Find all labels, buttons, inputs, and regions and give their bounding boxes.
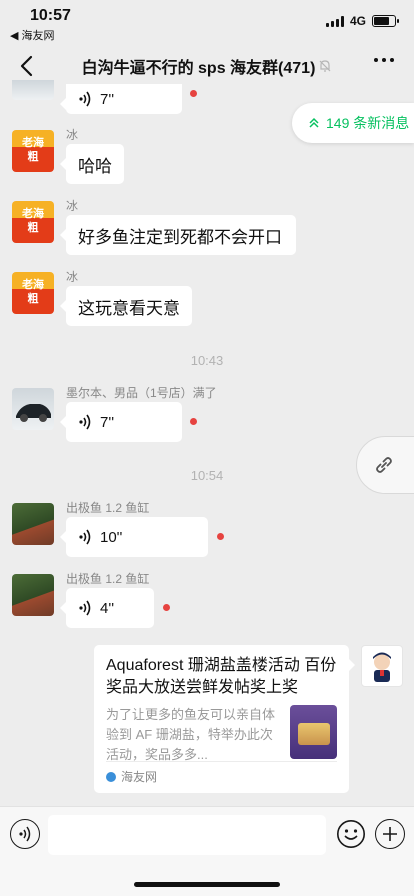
sender-name: 冰 xyxy=(66,128,79,142)
home-indicator[interactable] xyxy=(134,882,280,887)
chat-title: 白沟牛逼不行的 sps 海友群(471) xyxy=(81,60,316,77)
status-time: 10:57 xyxy=(30,7,71,24)
sender-name: 墨尔本、男品（1号店）满了 xyxy=(66,386,217,400)
voice-duration: 7'' xyxy=(100,90,115,108)
sender-name: 冰 xyxy=(66,270,79,284)
avatar[interactable] xyxy=(12,503,54,545)
card-thumbnail xyxy=(289,705,337,759)
back-to-app-link[interactable]: ◀ 海友网 xyxy=(10,27,55,43)
source-icon xyxy=(106,771,116,782)
card-title: Aquaforest 珊湖盐盖楼活动 百份奖品大放送尝鲜发帖奖上奖 xyxy=(106,657,337,696)
timestamp: 10:43 xyxy=(190,353,224,368)
status-bar: 10:57 ◀ 海友网 4G xyxy=(0,0,414,44)
avatar-text: 老海 粗 xyxy=(22,279,44,305)
emoji-icon[interactable] xyxy=(336,819,366,849)
avatar[interactable]: 老海 粗 xyxy=(12,130,54,172)
avatar[interactable] xyxy=(12,388,54,430)
text-message[interactable]: 这玩意看天意 xyxy=(60,286,192,326)
shared-link-card[interactable]: Aquaforest 珊湖盐盖楼活动 百份奖品大放送尝鲜发帖奖上奖 为了让更多的… xyxy=(94,645,355,793)
voice-message[interactable]: 7'' xyxy=(60,402,182,442)
voice-wave-icon xyxy=(79,529,91,545)
avatar-text: 老海 粗 xyxy=(22,137,44,163)
signal-icon xyxy=(325,15,344,27)
self-avatar[interactable] xyxy=(361,645,403,687)
sender-name: 出极鱼 1.2 鱼缸 xyxy=(66,572,150,586)
unread-dot xyxy=(217,533,224,540)
voice-wave-icon xyxy=(79,91,91,107)
voice-message[interactable]: 4'' xyxy=(60,588,154,628)
voice-duration: 7'' xyxy=(100,413,115,431)
text-message[interactable]: 好多鱼注定到死都不会开口 xyxy=(60,215,296,255)
new-messages-button[interactable]: 149 条新消息 xyxy=(292,103,414,143)
new-messages-label: 149 条新消息 xyxy=(326,115,410,131)
unread-dot xyxy=(163,604,170,611)
voice-message[interactable]: 10'' xyxy=(60,517,208,557)
sender-name: 出极鱼 1.2 鱼缸 xyxy=(66,501,150,515)
more-options-button[interactable] xyxy=(374,58,394,62)
avatar[interactable]: 老海 粗 xyxy=(12,272,54,314)
sender-name: 冰 xyxy=(66,199,79,213)
chat-header: 白沟牛逼不行的 sps 海友群(471) xyxy=(0,44,414,88)
avatar[interactable] xyxy=(12,80,54,100)
voice-wave-icon xyxy=(79,414,91,430)
link-button[interactable] xyxy=(356,436,414,494)
network-label: 4G xyxy=(349,14,366,28)
text-message[interactable]: 哈哈 xyxy=(60,144,124,184)
message-input[interactable] xyxy=(48,815,326,855)
unread-dot xyxy=(190,418,197,425)
battery-icon xyxy=(372,15,399,27)
avatar[interactable] xyxy=(12,574,54,616)
voice-message[interactable]: 7'' xyxy=(60,84,182,114)
plus-icon[interactable] xyxy=(375,819,405,849)
voice-icon[interactable] xyxy=(10,819,40,849)
double-chevron-up-icon xyxy=(309,117,319,128)
avatar-text: 老海 粗 xyxy=(22,208,44,234)
avatar-illustration xyxy=(373,652,391,682)
unread-dot xyxy=(190,90,197,97)
card-description: 为了让更多的鱼友可以亲自体验到 AF 珊湖盐，特举办此次活动，奖品多多... xyxy=(106,707,276,762)
voice-duration: 4'' xyxy=(100,599,115,617)
chevron-left-icon[interactable] xyxy=(14,52,42,80)
card-source: 海友网 xyxy=(121,770,158,784)
voice-wave-icon xyxy=(79,600,91,616)
timestamp: 10:54 xyxy=(190,468,224,483)
bell-off-icon xyxy=(319,60,331,72)
avatar[interactable]: 老海 粗 xyxy=(12,201,54,243)
voice-duration: 10'' xyxy=(100,528,123,546)
car-image xyxy=(16,404,51,422)
